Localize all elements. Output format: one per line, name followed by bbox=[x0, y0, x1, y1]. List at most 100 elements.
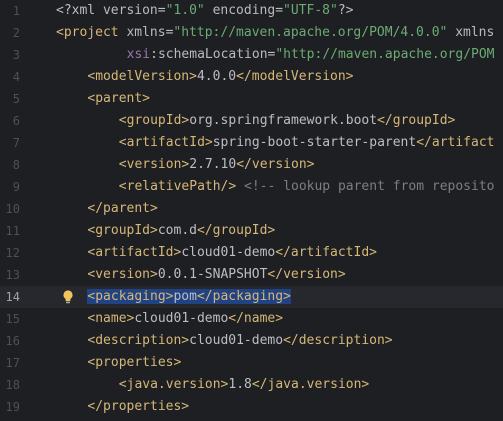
code-line-11[interactable]: 11 <groupId>com.d</groupId> bbox=[0, 220, 503, 242]
attribute-name: :schemaLocation bbox=[150, 47, 268, 62]
code-line-2[interactable]: 2 <project xmlns="http://maven.apache.org… bbox=[0, 22, 503, 44]
xml-tag: </parent> bbox=[87, 201, 158, 216]
code-content[interactable]: </properties> bbox=[87, 396, 189, 418]
code-line-19[interactable]: 19 </properties> bbox=[0, 396, 503, 418]
line-number[interactable]: 5 bbox=[0, 88, 20, 110]
text-content: 2.7.10 bbox=[189, 157, 237, 172]
xml-declaration-token bbox=[205, 3, 213, 18]
code-content[interactable]: <name>cloud01-demo</name> bbox=[87, 308, 283, 330]
code-content[interactable]: <description>cloud01-demo</description> bbox=[87, 330, 392, 352]
xml-tag: <parent> bbox=[87, 91, 151, 106]
line-number[interactable]: 19 bbox=[0, 396, 20, 418]
text-content bbox=[236, 179, 244, 194]
line-number[interactable]: 14 bbox=[0, 286, 20, 308]
xml-tag: </artifactId> bbox=[275, 245, 377, 260]
code-content[interactable]: <java.version>1.8</java.version> bbox=[119, 374, 369, 396]
line-number[interactable]: 12 bbox=[0, 242, 20, 264]
text-content: 0.0.1-SNAPSHOT bbox=[157, 267, 268, 282]
xml-tag: </properties> bbox=[87, 399, 190, 414]
text-content: cloud01-demo bbox=[181, 245, 276, 260]
code-content[interactable]: xsi:schemaLocation="http://maven.apache.… bbox=[127, 44, 495, 66]
xml-tag: <packaging> bbox=[87, 289, 174, 304]
xml-tag: </version> bbox=[267, 267, 346, 282]
code-line-14[interactable]: 14 <packaging>pom</packaging> bbox=[0, 286, 503, 308]
line-number[interactable]: 13 bbox=[0, 264, 20, 286]
xml-tag: </groupId> bbox=[196, 223, 276, 238]
code-line-7[interactable]: 7 <artifactId>spring-boot-starter-parent<… bbox=[0, 132, 503, 154]
xml-tag: <artifactId> bbox=[87, 245, 182, 260]
xml-declaration-token: = bbox=[275, 3, 284, 18]
xml-tag: </version> bbox=[236, 157, 315, 172]
code-content[interactable]: </parent> bbox=[87, 198, 157, 220]
code-line-4[interactable]: 4 <modelVersion>4.0.0</modelVersion> bbox=[0, 66, 503, 88]
xml-tag: <groupId> bbox=[87, 223, 158, 238]
code-content[interactable]: <groupId>com.d</groupId> bbox=[87, 220, 275, 242]
xml-tag: </description> bbox=[283, 333, 393, 348]
xml-tag: <java.version> bbox=[118, 377, 229, 392]
code-line-3[interactable]: 3 xsi:schemaLocation="http://maven.apache… bbox=[0, 44, 503, 66]
code-content[interactable]: <?xml version="1.0" encoding="UTF-8"?> bbox=[56, 0, 353, 22]
code-line-5[interactable]: 5 <parent> bbox=[0, 88, 503, 110]
attribute-name: xmlns bbox=[126, 25, 166, 40]
line-number[interactable]: 8 bbox=[0, 154, 20, 176]
code-line-15[interactable]: 15 <name>cloud01-demo</name> bbox=[0, 308, 503, 330]
line-number[interactable]: 1 bbox=[0, 0, 20, 22]
code-editor[interactable]: 1 <?xml version="1.0" encoding="UTF-8"?> 2… bbox=[0, 0, 503, 421]
code-content[interactable]: <artifactId>cloud01-demo</artifactId> bbox=[87, 242, 377, 264]
lightbulb-icon[interactable] bbox=[61, 289, 75, 305]
attribute-value: "UTF-8" bbox=[283, 3, 338, 18]
line-number[interactable]: 17 bbox=[0, 352, 20, 374]
line-number[interactable]: 16 bbox=[0, 330, 20, 352]
code-content[interactable]: <version>2.7.10</version> bbox=[119, 154, 315, 176]
code-line-1[interactable]: 1 <?xml version="1.0" encoding="UTF-8"?> bbox=[0, 0, 503, 22]
xml-tag: <groupId> bbox=[118, 113, 190, 128]
code-line-12[interactable]: 12 <artifactId>cloud01-demo</artifactId> bbox=[0, 242, 503, 264]
code-content[interactable]: <groupId>org.springframework.boot</group… bbox=[119, 110, 456, 132]
line-number[interactable]: 9 bbox=[0, 176, 20, 198]
code-line-18[interactable]: 18 <java.version>1.8</java.version> bbox=[0, 374, 503, 396]
code-line-16[interactable]: 16 <description>cloud01-demo</description… bbox=[0, 330, 503, 352]
tag-bracket: <project bbox=[56, 25, 127, 40]
code-line-8[interactable]: 8 <version>2.7.10</version> bbox=[0, 154, 503, 176]
code-content[interactable]: <parent> bbox=[87, 88, 150, 110]
line-number[interactable]: 11 bbox=[0, 220, 20, 242]
xml-declaration-token: = bbox=[157, 3, 166, 18]
line-number[interactable]: 7 bbox=[0, 132, 20, 154]
xml-tag: <artifactId> bbox=[118, 135, 213, 150]
xml-tag: <version> bbox=[118, 157, 190, 172]
xml-tag: <name> bbox=[87, 311, 135, 326]
code-line-6[interactable]: 6 <groupId>org.springframework.boot</grou… bbox=[0, 110, 503, 132]
xml-declaration-token: ?> bbox=[337, 3, 354, 18]
code-content[interactable]: <packaging>pom</packaging> bbox=[87, 286, 291, 308]
attribute-name: encoding bbox=[212, 3, 276, 18]
line-number[interactable]: 6 bbox=[0, 110, 20, 132]
text-content: 4.0.0 bbox=[196, 69, 237, 84]
xml-tag: </packaging> bbox=[196, 289, 291, 304]
xml-tag: <description> bbox=[87, 333, 190, 348]
code-content[interactable]: <relativePath/> <!-- lookup parent from … bbox=[119, 176, 495, 198]
line-number[interactable]: 10 bbox=[0, 198, 20, 220]
code-line-13[interactable]: 13 <version>0.0.1-SNAPSHOT</version> bbox=[0, 264, 503, 286]
line-number[interactable]: 4 bbox=[0, 66, 20, 88]
text-content: pom bbox=[173, 289, 197, 304]
xml-tag: </java.version> bbox=[251, 377, 370, 392]
xml-tag: </artifact bbox=[416, 135, 495, 150]
xml-tag: <version> bbox=[87, 267, 158, 282]
code-content[interactable]: <properties> bbox=[87, 352, 181, 374]
code-content[interactable]: <project xmlns="http://maven.apache.org/… bbox=[56, 22, 494, 44]
text-selection[interactable]: <packaging>pom</packaging> bbox=[87, 289, 291, 304]
xml-tag: </groupId> bbox=[377, 113, 456, 128]
line-number[interactable]: 3 bbox=[0, 44, 20, 66]
code-line-10[interactable]: 10 </parent> bbox=[0, 198, 503, 220]
code-content[interactable]: <modelVersion>4.0.0</modelVersion> bbox=[87, 66, 353, 88]
xml-tag: <modelVersion> bbox=[87, 69, 197, 84]
line-number[interactable]: 15 bbox=[0, 308, 20, 330]
text-content: spring-boot-starter-parent bbox=[212, 135, 417, 150]
code-line-9[interactable]: 9 <relativePath/> <!-- lookup parent from… bbox=[0, 176, 503, 198]
code-content[interactable]: <artifactId>spring-boot-starter-parent</… bbox=[119, 132, 495, 154]
code-line-17[interactable]: 17 <properties> bbox=[0, 352, 503, 374]
text-content: cloud01-demo bbox=[134, 311, 229, 326]
line-number[interactable]: 2 bbox=[0, 22, 20, 44]
code-content[interactable]: <version>0.0.1-SNAPSHOT</version> bbox=[87, 264, 345, 286]
line-number[interactable]: 18 bbox=[0, 374, 20, 396]
